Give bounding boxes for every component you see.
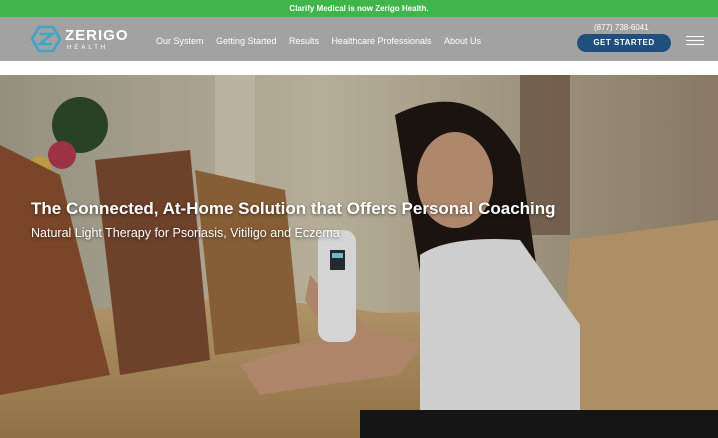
hero-subtitle: Natural Light Therapy for Psoriasis, Vit… (31, 225, 340, 240)
header-divider (0, 61, 718, 75)
announcement-text: Clarify Medical is now Zerigo Health. (289, 4, 429, 13)
hero-title: The Connected, At-Home Solution that Off… (31, 199, 556, 219)
nav-healthcare-professionals[interactable]: Healthcare Professionals (331, 36, 431, 46)
phone-number-link[interactable]: (877) 738-6041 (594, 23, 649, 32)
nav-results[interactable]: Results (289, 36, 319, 46)
site-header: ZERIGO HEALTH Our System Getting Started… (0, 17, 718, 61)
nav-about-us[interactable]: About Us (444, 36, 481, 46)
hero-image (0, 75, 718, 438)
get-started-button[interactable]: GET STARTED (577, 34, 671, 52)
announcement-bar: Clarify Medical is now Zerigo Health. (0, 0, 718, 17)
main-navigation: Our System Getting Started Results Healt… (156, 31, 489, 49)
zerigo-logo-icon (31, 25, 61, 53)
nav-getting-started[interactable]: Getting Started (216, 36, 277, 46)
zerigo-logo[interactable]: ZERIGO HEALTH (31, 24, 141, 54)
hamburger-menu-icon[interactable] (686, 36, 704, 48)
logo-wordmark: ZERIGO (65, 27, 129, 44)
hero-banner: The Connected, At-Home Solution that Off… (0, 75, 718, 438)
nav-our-system[interactable]: Our System (156, 36, 204, 46)
logo-subtitle: HEALTH (67, 45, 109, 51)
